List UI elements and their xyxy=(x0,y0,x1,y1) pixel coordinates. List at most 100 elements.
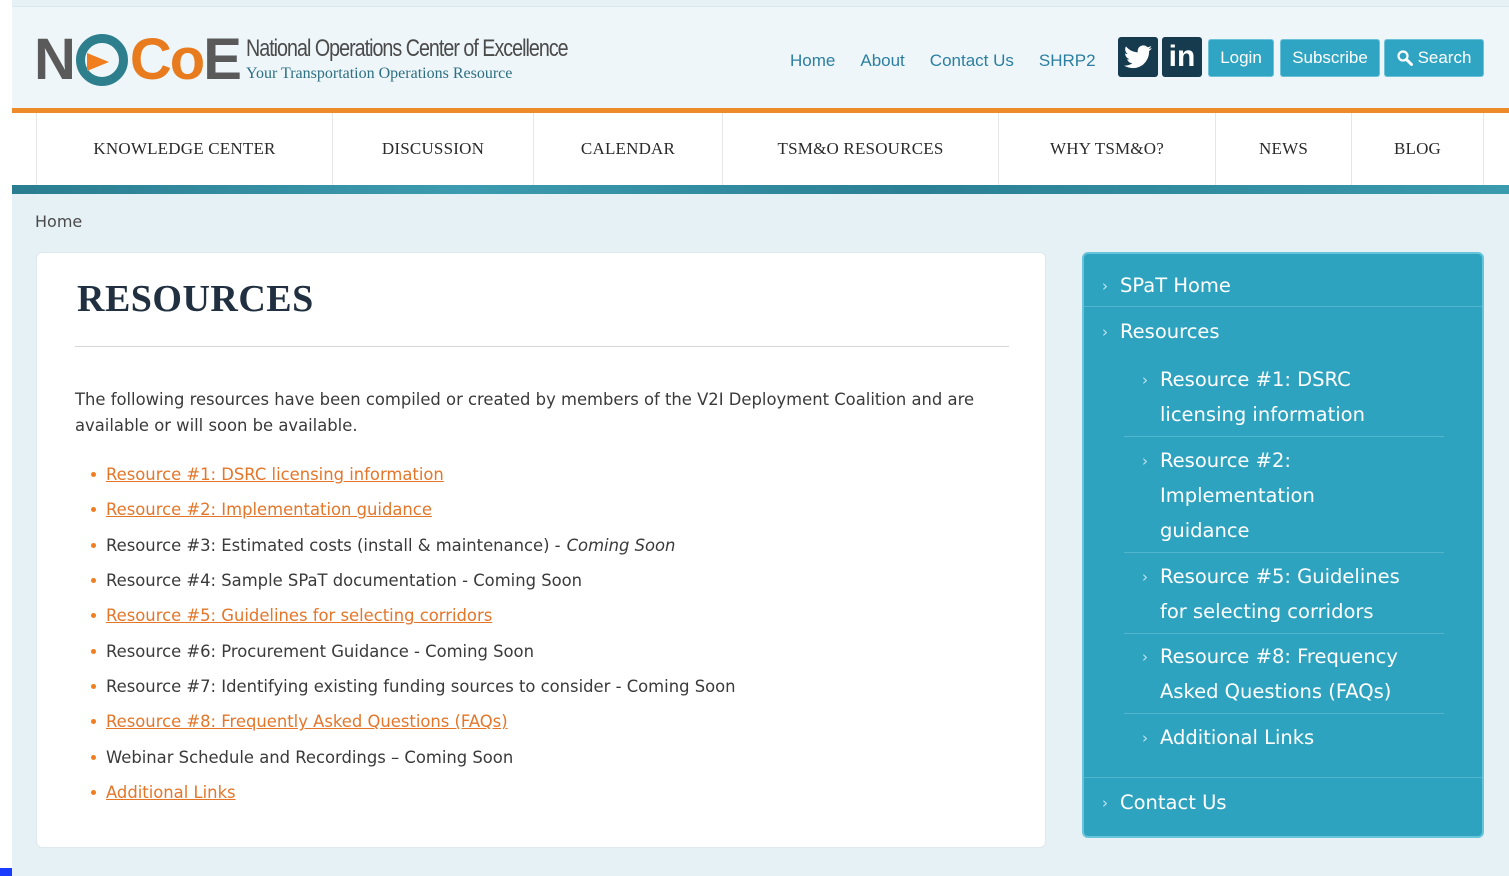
chevron-right-icon: › xyxy=(1142,729,1148,747)
label-line: Asked Questions (FAQs) xyxy=(1160,680,1392,703)
sidebar-divider xyxy=(1124,436,1444,437)
sidebar-subitem-additional-links[interactable]: › Additional Links xyxy=(1142,720,1314,756)
top-link-contact[interactable]: Contact Us xyxy=(930,51,1014,71)
resource-list: Resource #1: DSRC licensing information … xyxy=(91,457,736,810)
sidebar-item-resources[interactable]: › Resources xyxy=(1102,314,1220,350)
logo-letter-e: E xyxy=(203,27,242,92)
subscribe-button[interactable]: Subscribe xyxy=(1280,39,1380,77)
list-item: Webinar Schedule and Recordings – Coming… xyxy=(91,739,736,774)
sidebar-divider xyxy=(1124,713,1444,714)
site-logo[interactable]: N Co E National Operations Center of Exc… xyxy=(34,27,569,92)
top-link-shrp2[interactable]: SHRP2 xyxy=(1039,51,1096,71)
logo-tagline: Your Transportation Operations Resource xyxy=(246,65,513,82)
page-title: RESOURCES xyxy=(77,278,314,320)
nav-why-tsmo[interactable]: WHY TSM&O? xyxy=(999,113,1216,185)
label-line: guidance xyxy=(1160,519,1250,542)
nav-tsmo-resources[interactable]: TSM&O RESOURCES xyxy=(723,113,999,185)
sidebar-subitem-label: Resource #1: DSRC licensing information xyxy=(1160,362,1365,432)
nav-knowledge-center[interactable]: KNOWLEDGE CENTER xyxy=(36,113,333,185)
logo-arrow-icon xyxy=(75,34,128,86)
resource-3-text: Resource #3: Estimated costs (install & … xyxy=(106,535,561,555)
sidebar-subitem-resource-5[interactable]: › Resource #5: Guidelines for selecting … xyxy=(1142,559,1400,629)
chevron-right-icon: › xyxy=(1142,648,1148,666)
social-links: in xyxy=(1118,37,1202,77)
list-item: Additional Links xyxy=(91,775,736,810)
label-line: licensing information xyxy=(1160,403,1365,426)
list-item: Resource #6: Procurement Guidance - Comi… xyxy=(91,633,736,668)
sidebar-divider xyxy=(1124,633,1444,634)
webinar-text: Webinar Schedule and Recordings – Coming… xyxy=(106,747,514,767)
list-item: Resource #3: Estimated costs (install & … xyxy=(91,528,736,563)
twitter-bird-icon xyxy=(1124,45,1152,69)
label-line: for selecting corridors xyxy=(1160,600,1374,623)
sidebar-divider xyxy=(1124,552,1444,553)
label-line: Resource #5: Guidelines xyxy=(1160,565,1400,588)
sidebar-item-contact[interactable]: › Contact Us xyxy=(1102,785,1227,821)
login-button[interactable]: Login xyxy=(1208,39,1274,77)
nav-discussion[interactable]: DISCUSSION xyxy=(333,113,534,185)
chevron-right-icon: › xyxy=(1102,794,1108,812)
sidebar-subitem-label: Additional Links xyxy=(1160,720,1314,755)
sidebar-item-spat-home[interactable]: › SPaT Home xyxy=(1102,268,1231,304)
label-line: Implementation xyxy=(1160,484,1315,507)
resource-4-text: Resource #4: Sample SPaT documentation -… xyxy=(106,571,583,591)
resource-3-coming-soon: Coming Soon xyxy=(566,535,676,555)
nav-blog[interactable]: BLOG xyxy=(1352,113,1484,185)
search-button-label: Search xyxy=(1417,48,1472,67)
intro-text: The following resources have been compil… xyxy=(75,390,975,435)
resource-1-link[interactable]: Resource #1: DSRC licensing information xyxy=(106,465,444,484)
sidebar-subitem-label: Resource #2: Implementation guidance xyxy=(1160,443,1315,548)
sidebar-item-label: SPaT Home xyxy=(1120,274,1231,297)
logo-letter-n: N xyxy=(34,27,76,92)
corner-marker xyxy=(0,868,12,876)
label-line: Resource #8: Frequency xyxy=(1160,645,1398,668)
resource-2-link[interactable]: Resource #2: Implementation guidance xyxy=(106,500,432,519)
top-link-about[interactable]: About xyxy=(860,51,904,71)
list-item: Resource #1: DSRC licensing information xyxy=(91,457,736,492)
chevron-right-icon: › xyxy=(1102,323,1108,341)
title-divider xyxy=(75,346,1009,347)
chevron-right-icon: › xyxy=(1142,452,1148,470)
chevron-right-icon: › xyxy=(1142,371,1148,389)
label-line: Additional Links xyxy=(1160,726,1315,749)
sidebar-divider xyxy=(1084,306,1482,307)
breadcrumb: Home xyxy=(35,212,82,231)
sidebar-item-label: Resources xyxy=(1120,320,1220,343)
search-button[interactable]: Search xyxy=(1384,39,1484,77)
list-item: Resource #5: Guidelines for selecting co… xyxy=(91,598,736,633)
resource-8-link[interactable]: Resource #8: Frequently Asked Questions … xyxy=(106,712,508,731)
resource-7-text: Resource #7: Identifying existing fundin… xyxy=(106,676,736,696)
label-line: Resource #2: xyxy=(1160,449,1291,472)
resource-6-text: Resource #6: Procurement Guidance - Comi… xyxy=(106,641,534,661)
nav-news[interactable]: NEWS xyxy=(1216,113,1352,185)
logo-letters-co: Co xyxy=(129,27,205,92)
breadcrumb-home[interactable]: Home xyxy=(35,212,82,231)
logo-mark: N Co E xyxy=(34,27,242,92)
label-line: Resource #1: DSRC xyxy=(1160,368,1351,391)
site-header: N Co E National Operations Center of Exc… xyxy=(12,6,1509,110)
search-icon xyxy=(1396,50,1413,66)
linkedin-icon[interactable]: in xyxy=(1162,37,1202,77)
sidebar-subitem-label: Resource #8: Frequency Asked Questions (… xyxy=(1160,639,1398,709)
main-nav: KNOWLEDGE CENTER DISCUSSION CALENDAR TSM… xyxy=(12,113,1509,185)
resource-5-link[interactable]: Resource #5: Guidelines for selecting co… xyxy=(106,606,492,625)
list-item: Resource #2: Implementation guidance xyxy=(91,492,736,527)
chevron-right-icon: › xyxy=(1102,277,1108,295)
page: N Co E National Operations Center of Exc… xyxy=(12,0,1509,876)
additional-links-link[interactable]: Additional Links xyxy=(106,783,236,802)
top-link-home[interactable]: Home xyxy=(790,51,835,71)
sidebar-subitem-resource-1[interactable]: › Resource #1: DSRC licensing informatio… xyxy=(1142,362,1365,432)
sidebar-divider xyxy=(1084,777,1482,778)
sidebar-subitem-resource-8[interactable]: › Resource #8: Frequency Asked Questions… xyxy=(1142,639,1398,709)
list-item: Resource #7: Identifying existing fundin… xyxy=(91,669,736,704)
content-card: RESOURCES The following resources have b… xyxy=(36,252,1046,848)
list-item: Resource #4: Sample SPaT documentation -… xyxy=(91,563,736,598)
nav-calendar[interactable]: CALENDAR xyxy=(534,113,723,185)
twitter-icon[interactable] xyxy=(1118,37,1158,77)
sidebar-subitem-resource-2[interactable]: › Resource #2: Implementation guidance xyxy=(1142,443,1315,548)
logo-text: National Operations Center of Excellence… xyxy=(246,35,638,83)
nav-teal-band xyxy=(12,185,1509,194)
top-links: Home About Contact Us SHRP2 xyxy=(790,51,1121,71)
sidebar-item-label: Contact Us xyxy=(1120,791,1227,814)
logo-title: National Operations Center of Excellence xyxy=(246,35,569,62)
